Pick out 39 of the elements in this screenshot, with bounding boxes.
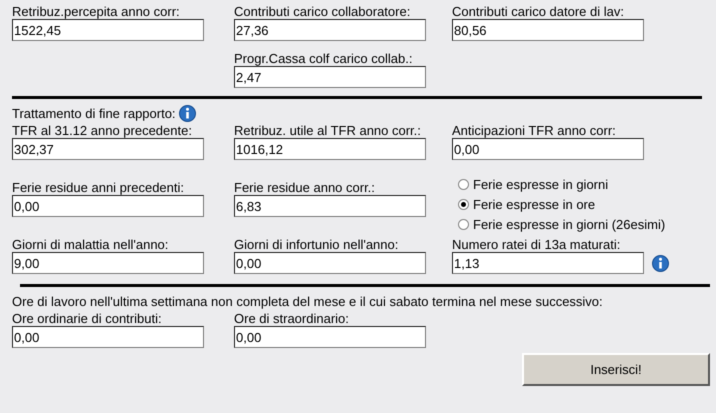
radio-button[interactable] — [458, 218, 469, 230]
input-field[interactable]: 80,56 — [452, 19, 644, 41]
field-label: Retribuz. utile al TFR anno corr.: — [234, 123, 422, 138]
field-label: Ore ordinarie di contributi: — [12, 311, 163, 326]
input-field[interactable]: 0,00 — [12, 326, 204, 348]
radio-option[interactable]: Ferie espresse in ore — [458, 194, 702, 214]
field-label: Anticipazioni TFR anno corr: — [452, 123, 617, 138]
field-label: Retribuz.percepita anno corr: — [12, 4, 181, 19]
radio-option[interactable]: Ferie espresse in giorni (26esimi) — [458, 214, 702, 234]
input-field[interactable]: 1,13 — [452, 252, 644, 274]
input-field[interactable]: 1016,12 — [234, 138, 426, 160]
field-label: TFR al 31.12 anno precedente: — [12, 123, 193, 138]
input-field[interactable]: 1522,45 — [12, 19, 204, 41]
input-field[interactable]: 27,36 — [234, 19, 426, 41]
input-field[interactable]: 2,47 — [234, 66, 426, 88]
input-field[interactable]: 0,00 — [12, 195, 204, 217]
section-title: Trattamento di fine rapporto: — [12, 106, 176, 120]
field-label: Progr.Cassa colf carico collab.: — [234, 51, 414, 66]
radio-button[interactable] — [458, 178, 469, 190]
field-label: Contributi carico datore di lav: — [452, 4, 625, 19]
info-icon[interactable] — [178, 104, 196, 122]
field-label: Contributi carico collaboratore: — [234, 4, 412, 19]
info-icon[interactable] — [652, 254, 669, 272]
input-field[interactable]: 0,00 — [234, 252, 426, 274]
field-label: Ferie residue anni precedenti: — [12, 180, 185, 195]
field-label: Giorni di infortunio nell'anno: — [234, 237, 400, 252]
radio-button[interactable] — [458, 198, 469, 210]
radio-option[interactable]: Ferie espresse in giorni — [458, 174, 702, 194]
submit-button[interactable]: Inserisci! — [522, 353, 710, 386]
input-field[interactable]: 6,83 — [234, 195, 426, 217]
field-label: Ferie residue anno corr.: — [234, 180, 376, 195]
section-title: Ore di lavoro nell'ultima settimana non completa del mese e il cui sabato termina nel mese successivo: — [12, 294, 603, 308]
input-field[interactable]: 0,00 — [234, 326, 426, 348]
field-label: Giorni di malattia nell'anno: — [12, 237, 170, 252]
input-field[interactable]: 302,37 — [12, 138, 204, 160]
input-field[interactable]: 9,00 — [12, 252, 204, 274]
field-label: Numero ratei di 13a maturati: — [452, 237, 622, 252]
field-label: Ore di straordinario: — [234, 311, 350, 326]
input-field[interactable]: 0,00 — [452, 138, 644, 160]
